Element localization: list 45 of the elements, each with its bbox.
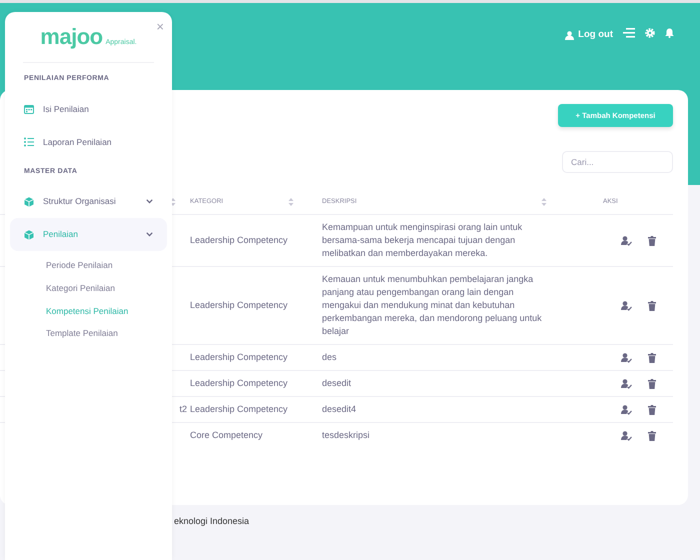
category-cell: Leadership Competency — [190, 378, 288, 388]
trash-icon[interactable] — [648, 404, 656, 414]
person-icon — [565, 30, 574, 40]
footer-text: eknologi Indonesia — [174, 516, 250, 526]
trash-icon[interactable] — [648, 300, 656, 310]
user-check-icon[interactable] — [621, 430, 632, 440]
cube-icon — [24, 230, 34, 240]
category-cell: Core Competency — [190, 430, 263, 440]
category-cell: Leadership Competency — [190, 235, 288, 245]
submenu-item[interactable]: Kategori Penilaian — [46, 282, 115, 294]
cube-icon — [24, 196, 34, 206]
close-button[interactable]: × — [156, 20, 164, 33]
trash-icon[interactable] — [648, 430, 656, 440]
sidebar-item[interactable]: Penilaian — [10, 218, 167, 251]
logout-button[interactable]: Log out — [565, 28, 613, 42]
table-cell: t2 — [179, 404, 187, 414]
submenu-item[interactable]: Kompetensi Penilaian — [46, 304, 128, 318]
description-cell: desedit4 — [322, 404, 356, 414]
submenu-item[interactable]: Periode Penilaian — [46, 259, 113, 272]
description-cell: desedit — [322, 378, 352, 388]
list-icon — [24, 137, 34, 147]
user-check-icon[interactable] — [621, 352, 632, 362]
trash-icon[interactable] — [648, 236, 656, 246]
sidebar-item[interactable]: Struktur Organisasi — [10, 185, 167, 218]
user-check-icon[interactable] — [621, 404, 632, 414]
user-check-icon[interactable] — [621, 236, 632, 246]
trash-icon[interactable] — [648, 378, 656, 388]
category-cell: Leadership Competency — [190, 300, 288, 310]
sidebar-item[interactable]: Laporan Penilaian — [10, 126, 167, 158]
user-check-icon[interactable] — [621, 300, 632, 310]
trash-icon[interactable] — [648, 352, 656, 362]
description-cell: Kemampuan untuk menginspirasi orang lain untuk bersama-sama bekerja mencapai tujuan dengan melibatkan dan memberdayakan mereka. — [322, 222, 522, 258]
chevron-icon — [146, 199, 153, 204]
search-field[interactable]: Cari... — [562, 151, 673, 174]
category-cell: Leadership Competency — [190, 352, 288, 362]
submenu-item[interactable]: Template Penilaian — [46, 327, 118, 340]
description-cell: Kemauan untuk menumbuhkan pembelajaran jangka panjang atau pengembangan orang lain dengan mengakui dan mendukung minat dan kebutuhan perkembangan mereka, dan mendorong peluang untuk belajar — [322, 274, 542, 336]
user-check-icon[interactable] — [621, 378, 632, 388]
category-cell: Leadership Competency — [190, 404, 288, 414]
calendar-icon — [24, 104, 34, 114]
chevron-icon — [146, 232, 153, 237]
sidebar-item[interactable]: Isi Penilaian — [10, 92, 167, 126]
logo-wordmark: majoo — [40, 26, 103, 48]
description-cell: des — [322, 352, 337, 362]
description-cell: tesdeskripsi — [322, 430, 370, 440]
